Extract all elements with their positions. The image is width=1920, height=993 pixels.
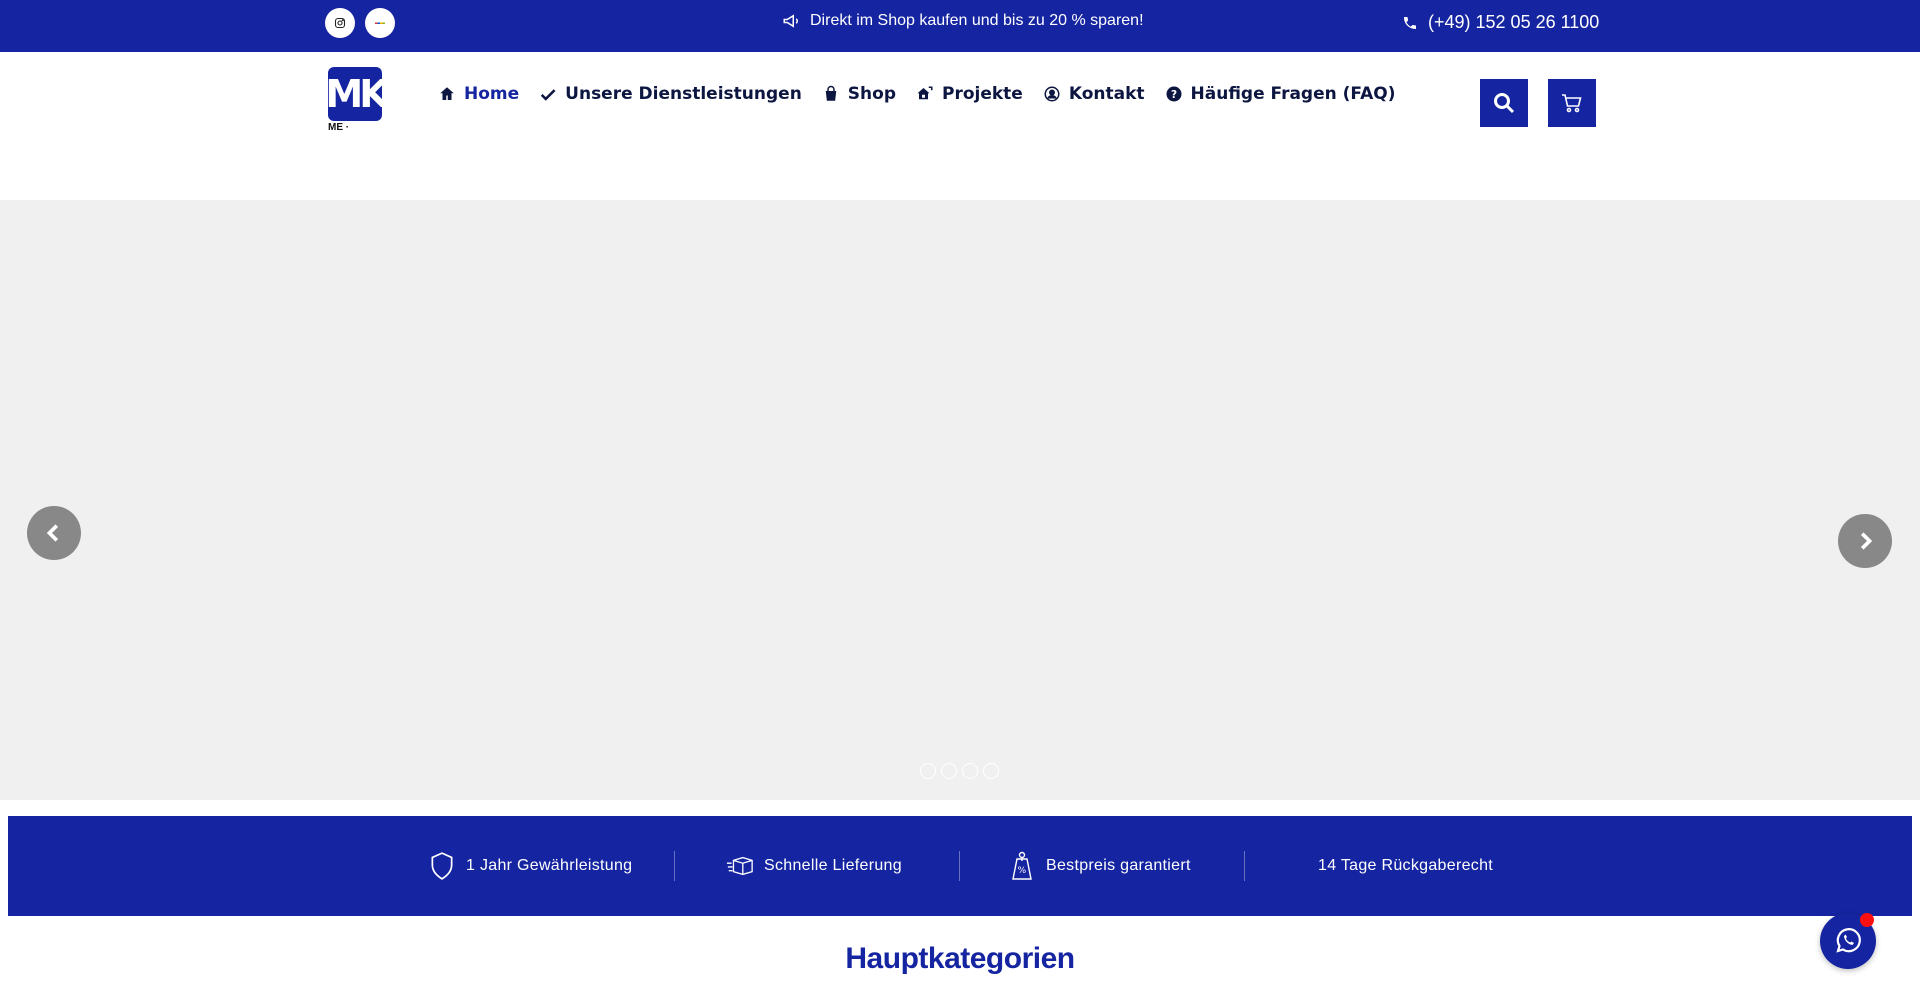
slider-pagination bbox=[920, 763, 999, 779]
nav-item-home[interactable]: Home bbox=[438, 84, 519, 104]
feature-label: Schnelle Lieferung bbox=[764, 857, 902, 874]
slider-prev-button[interactable] bbox=[27, 506, 81, 560]
feature-best-price: % Bestpreis garantiert bbox=[1008, 816, 1191, 916]
feature-delivery: Schnelle Lieferung bbox=[726, 816, 902, 916]
feature-label: 14 Tage Rückgaberecht bbox=[1318, 857, 1494, 874]
feature-divider bbox=[959, 851, 960, 881]
delivery-box-icon bbox=[726, 856, 753, 876]
feature-divider bbox=[1244, 851, 1245, 881]
nav-item-label: Kontakt bbox=[1068, 84, 1145, 104]
phone-number: (+49) 152 05 26 1100 bbox=[1428, 12, 1600, 32]
site-logo[interactable]: MK ME · bbox=[325, 67, 389, 137]
cart-icon bbox=[1562, 94, 1582, 113]
hero-slider bbox=[0, 200, 1920, 800]
slider-dot[interactable] bbox=[920, 763, 936, 779]
svg-text:%: % bbox=[1018, 866, 1027, 876]
logo-mark: MK bbox=[325, 67, 389, 121]
whatsapp-icon bbox=[1836, 928, 1861, 953]
feature-label: 1 Jahr Gewährleistung bbox=[466, 857, 633, 874]
slider-dot[interactable] bbox=[962, 763, 978, 779]
checkmark-icon bbox=[540, 89, 556, 101]
features-bar: 1 Jahr Gewährleistung Schnelle Lieferung… bbox=[8, 816, 1912, 916]
promo-banner: Direkt im Shop kaufen und bis zu 20 % sp… bbox=[782, 12, 1144, 30]
shield-icon bbox=[431, 852, 453, 880]
nav-item-label: Shop bbox=[847, 84, 896, 104]
nav-item-projects[interactable]: Projekte bbox=[916, 84, 1023, 104]
megaphone-icon bbox=[783, 14, 798, 28]
nav-item-contact[interactable]: Kontakt bbox=[1043, 84, 1145, 104]
svg-text:?: ? bbox=[1170, 89, 1176, 101]
search-icon bbox=[1494, 93, 1515, 114]
feature-label: Bestpreis garantiert bbox=[1046, 857, 1191, 874]
logo-subtext: ME · bbox=[328, 122, 350, 133]
feature-warranty: 1 Jahr Gewährleistung bbox=[428, 816, 632, 916]
phone-link[interactable]: (+49) 152 05 26 1100 bbox=[1402, 12, 1599, 33]
price-tag-icon: % bbox=[1012, 851, 1032, 880]
chevron-right-icon bbox=[1860, 532, 1873, 550]
ebay-link[interactable] bbox=[365, 8, 395, 38]
house-tool-icon bbox=[917, 86, 933, 100]
chevron-left-icon bbox=[46, 524, 59, 542]
nav-item-label: Projekte bbox=[942, 84, 1023, 104]
notification-badge bbox=[1860, 913, 1874, 927]
nav-item-shop[interactable]: Shop bbox=[822, 84, 896, 104]
phone-icon bbox=[1404, 16, 1416, 29]
user-circle-icon bbox=[1044, 86, 1060, 102]
nav-item-label: Häufige Fragen (FAQ) bbox=[1190, 84, 1396, 104]
slider-dot[interactable] bbox=[941, 763, 957, 779]
slider-next-button[interactable] bbox=[1838, 514, 1892, 568]
shopping-bag-icon bbox=[825, 85, 837, 101]
site-header: MK ME · Home Unsere Dienstleistungen Sho… bbox=[0, 52, 1920, 200]
home-icon bbox=[440, 87, 454, 100]
nav-item-faq[interactable]: ? Häufige Fragen (FAQ) bbox=[1165, 84, 1396, 104]
cart-button[interactable] bbox=[1548, 79, 1596, 127]
feature-divider bbox=[674, 851, 675, 881]
ebay-icon bbox=[375, 22, 385, 24]
instagram-link[interactable] bbox=[325, 8, 355, 38]
top-bar: Direkt im Shop kaufen und bis zu 20 % sp… bbox=[0, 0, 1920, 52]
promo-text: Direkt im Shop kaufen und bis zu 20 % sp… bbox=[810, 12, 1144, 29]
nav-item-services[interactable]: Unsere Dienstleistungen bbox=[539, 84, 802, 104]
main-nav: Home Unsere Dienstleistungen Shop Projek… bbox=[438, 84, 1395, 104]
section-title: Hauptkategorien bbox=[845, 942, 1075, 975]
question-circle-icon: ? bbox=[1166, 86, 1182, 102]
slider-dot[interactable] bbox=[983, 763, 999, 779]
instagram-icon bbox=[334, 17, 346, 29]
feature-returns: 14 Tage Rückgaberecht bbox=[1318, 816, 1493, 916]
nav-item-label: Home bbox=[464, 84, 520, 104]
nav-item-label: Unsere Dienstleistungen bbox=[565, 84, 802, 104]
search-button[interactable] bbox=[1480, 79, 1528, 127]
